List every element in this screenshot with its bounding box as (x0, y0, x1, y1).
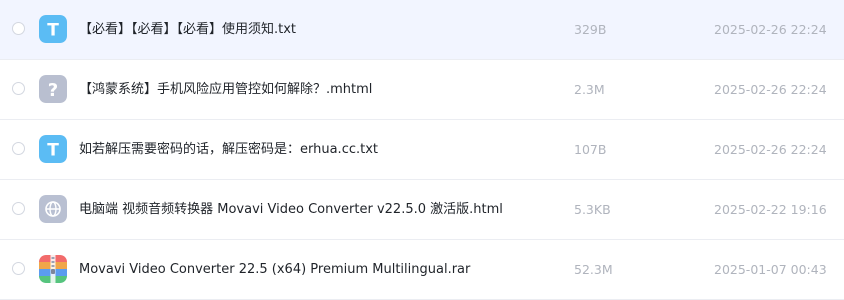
unknown-file-icon: ? (39, 75, 67, 103)
file-list: T 【必看】【必看】【必看】使用须知.txt 329B 2025-02-26 2… (0, 0, 844, 300)
file-row[interactable]: T 【必看】【必看】【必看】使用须知.txt 329B 2025-02-26 2… (0, 0, 844, 60)
file-size: 5.3KB (574, 202, 611, 217)
file-date: 2025-02-26 22:24 (714, 82, 827, 97)
row-checkbox[interactable] (12, 22, 25, 35)
file-date: 2025-02-26 22:24 (714, 22, 827, 37)
file-row[interactable]: T 如若解压需要密码的话，解压密码是：erhua.cc.txt 107B 202… (0, 120, 844, 180)
row-checkbox[interactable] (12, 202, 25, 215)
row-checkbox[interactable] (12, 262, 25, 275)
file-date: 2025-02-22 19:16 (714, 202, 827, 217)
svg-text:T: T (47, 21, 59, 41)
row-checkbox[interactable] (12, 142, 25, 155)
file-name[interactable]: 电脑端 视频音频转换器 Movavi Video Converter v22.5… (79, 200, 503, 220)
text-file-icon: T (39, 15, 67, 43)
file-name[interactable]: 如若解压需要密码的话，解压密码是：erhua.cc.txt (79, 140, 378, 160)
svg-text:T: T (47, 141, 59, 161)
file-row[interactable]: ? 【鸿蒙系统】手机风险应用管控如何解除？.mhtml 2.3M 2025-02… (0, 60, 844, 120)
file-size: 329B (574, 22, 607, 37)
archive-file-icon (39, 255, 67, 283)
file-name[interactable]: Movavi Video Converter 22.5 (x64) Premiu… (79, 260, 470, 280)
file-date: 2025-02-26 22:24 (714, 142, 827, 157)
web-file-icon (39, 195, 67, 223)
file-size: 107B (574, 142, 607, 157)
file-row[interactable]: 电脑端 视频音频转换器 Movavi Video Converter v22.5… (0, 180, 844, 240)
file-date: 2025-01-07 00:43 (714, 262, 827, 277)
text-file-icon: T (39, 135, 67, 163)
file-name[interactable]: 【必看】【必看】【必看】使用须知.txt (79, 20, 296, 40)
file-name[interactable]: 【鸿蒙系统】手机风险应用管控如何解除？.mhtml (79, 80, 372, 100)
row-checkbox[interactable] (12, 82, 25, 95)
file-row[interactable]: Movavi Video Converter 22.5 (x64) Premiu… (0, 240, 844, 300)
file-size: 2.3M (574, 82, 605, 97)
svg-text:?: ? (48, 80, 58, 101)
file-size: 52.3M (574, 262, 613, 277)
